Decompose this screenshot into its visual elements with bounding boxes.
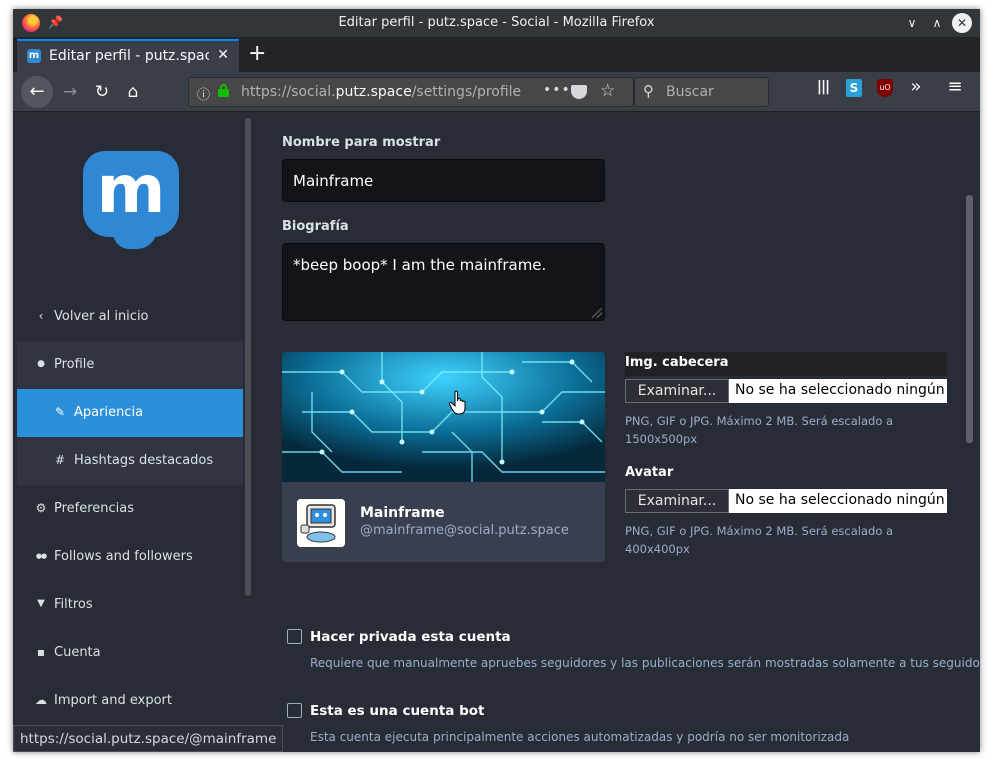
avatar-upload-label: Avatar xyxy=(625,465,674,480)
sidebar-item-label: Cuenta xyxy=(54,645,101,660)
sidebar-item-label: Apariencia xyxy=(74,405,144,420)
maximize-button[interactable]: ∧ xyxy=(927,13,947,33)
sidebar-item-filtros[interactable]: ▼ Filtros xyxy=(17,581,243,629)
preview-account: @mainframe@social.putz.space xyxy=(360,523,569,538)
avatar-image xyxy=(297,499,345,547)
sidebar-item-label: Preferencias xyxy=(54,501,135,516)
sidebar-item-label: Profile xyxy=(54,357,95,372)
user-icon: ● xyxy=(37,359,45,369)
pocket-icon[interactable] xyxy=(571,85,587,99)
sidebar-item-import-export[interactable]: ☁ Import and export xyxy=(17,677,243,725)
settings-sidebar: m ‹ Volver al inicio ● Profile ✎ Aparien… xyxy=(17,113,243,752)
header-upload-label: Img. cabecera xyxy=(625,355,729,370)
forward-button[interactable]: → xyxy=(56,78,84,106)
window-title: Editar perfil - putz.space - Social - Mo… xyxy=(338,15,655,30)
bio-text: *beep boop* I am the mainframe. xyxy=(293,256,547,274)
page-scrollbar[interactable] xyxy=(963,121,975,751)
sidebar-item-label: Filtros xyxy=(54,597,93,612)
search-icon: ⚲ xyxy=(643,82,654,100)
lock-icon[interactable] xyxy=(218,84,229,97)
mastodon-logo[interactable]: m xyxy=(83,151,179,253)
preview-display-name: Mainframe xyxy=(360,505,445,521)
header-hint: PNG, GIF o JPG. Máximo 2 MB. Será escala… xyxy=(625,414,894,446)
hashtag-icon: # xyxy=(54,453,66,467)
library-icon[interactable]: ||| xyxy=(814,79,832,97)
title-bar: 📌 Editar perfil - putz.space - Social - … xyxy=(13,9,980,37)
bot-account-checkbox[interactable] xyxy=(287,703,302,718)
status-bar-link: https://social.putz.space/@mainframe xyxy=(13,725,284,752)
hand-cursor-icon xyxy=(448,390,466,415)
chevron-left-icon: ‹ xyxy=(38,309,44,323)
bookmark-star-icon[interactable]: ☆ xyxy=(600,81,615,101)
gear-icon: ⚙ xyxy=(35,501,47,515)
cloud-icon: ☁ xyxy=(35,693,47,707)
minimize-button[interactable]: ∨ xyxy=(902,13,922,33)
header-no-file-text: No se ha seleccionado ningún archivo. xyxy=(735,382,947,398)
profile-preview-card: Mainframe @mainframe@social.putz.space xyxy=(282,352,605,562)
bio-textarea[interactable]: *beep boop* I am the mainframe. xyxy=(282,243,605,321)
close-window-button[interactable]: ✕ xyxy=(952,13,972,33)
new-tab-button[interactable]: + xyxy=(248,41,266,66)
profile-form: Nombre para mostrar Mainframe Biografía … xyxy=(256,113,980,752)
search-input[interactable]: ⚲ Buscar xyxy=(634,77,769,107)
sidebar-item-hashtags[interactable]: # Hashtags destacados xyxy=(17,437,243,485)
lock-icon: ▪ xyxy=(36,645,46,659)
overflow-icon[interactable]: » xyxy=(907,76,925,97)
sidebar-item-label: Follows and followers xyxy=(54,549,193,564)
avatar-browse-button[interactable]: Examinar... xyxy=(625,489,729,513)
private-account-hint: Requiere que manualmente apruebes seguid… xyxy=(310,656,980,670)
sidebar-item-apariencia[interactable]: ✎ Apariencia xyxy=(17,389,243,437)
header-browse-button[interactable]: Examinar... xyxy=(625,379,729,403)
close-tab-icon[interactable]: ✕ xyxy=(217,47,229,63)
ublock-icon[interactable]: uO xyxy=(877,79,893,97)
sidebar-item-label: Import and export xyxy=(54,693,172,708)
url-text[interactable]: https://social.putz.space/settings/profi… xyxy=(241,84,521,100)
hamburger-menu-icon[interactable]: ≡ xyxy=(946,76,964,97)
sidebar-item-volver[interactable]: ‹ Volver al inicio xyxy=(17,293,243,341)
tab-editar-perfil[interactable]: m Editar perfil - putz.space ✕ xyxy=(17,39,239,72)
avatar-no-file-text: No se ha seleccionado ningún archivo. xyxy=(735,492,947,508)
avatar-hint: PNG, GIF o JPG. Máximo 2 MB. Será escala… xyxy=(625,524,894,556)
header-file-input[interactable]: Examinar... No se ha seleccionado ningún… xyxy=(625,379,947,403)
extension-s-icon[interactable]: S xyxy=(846,79,862,97)
url-bar[interactable]: ⓘ https://social.putz.space/settings/pro… xyxy=(188,77,634,107)
avatar-file-input[interactable]: Examinar... No se ha seleccionado ningún… xyxy=(625,489,947,513)
back-button[interactable]: ← xyxy=(21,76,53,108)
info-icon[interactable]: ⓘ xyxy=(197,84,210,103)
filter-icon: ▼ xyxy=(37,598,45,609)
nav-bar: ← → ↻ ⌂ ⓘ https://social.putz.space/sett… xyxy=(13,72,980,112)
sidebar-item-label: Volver al inicio xyxy=(54,309,149,324)
tab-label: Editar perfil - putz.space xyxy=(49,48,209,64)
home-button[interactable]: ⌂ xyxy=(119,78,147,106)
users-icon: ●● xyxy=(35,552,47,560)
reload-button[interactable]: ↻ xyxy=(88,78,116,106)
search-placeholder: Buscar xyxy=(666,84,714,100)
sidebar-scrollbar[interactable] xyxy=(244,118,252,748)
sidebar-item-profile[interactable]: ● Profile xyxy=(17,341,243,389)
resize-handle-icon[interactable] xyxy=(592,308,602,318)
sidebar-item-follows[interactable]: ●● Follows and followers xyxy=(17,533,243,581)
pencil-icon: ✎ xyxy=(54,405,66,419)
sidebar-item-cuenta[interactable]: ▪ Cuenta xyxy=(17,629,243,677)
sidebar-item-preferencias[interactable]: ⚙ Preferencias xyxy=(17,485,243,533)
page-actions-icon[interactable]: ••• xyxy=(543,82,571,98)
mastodon-favicon-icon: m xyxy=(27,49,41,63)
header-image xyxy=(282,352,605,482)
page-content: m ‹ Volver al inicio ● Profile ✎ Aparien… xyxy=(13,113,980,752)
bio-label: Biografía xyxy=(282,219,349,234)
private-account-checkbox[interactable] xyxy=(287,629,302,644)
browser-window: 📌 Editar perfil - putz.space - Social - … xyxy=(13,9,980,752)
sidebar-item-label: Hashtags destacados xyxy=(74,453,214,468)
private-account-label[interactable]: Hacer privada esta cuenta xyxy=(310,629,511,645)
bot-account-hint: Esta cuenta ejecuta principalmente accio… xyxy=(310,730,850,744)
tab-bar: m Editar perfil - putz.space ✕ + xyxy=(13,37,980,72)
bot-account-label[interactable]: Esta es una cuenta bot xyxy=(310,703,484,719)
display-name-label: Nombre para mostrar xyxy=(282,135,441,150)
display-name-input[interactable]: Mainframe xyxy=(282,159,605,202)
